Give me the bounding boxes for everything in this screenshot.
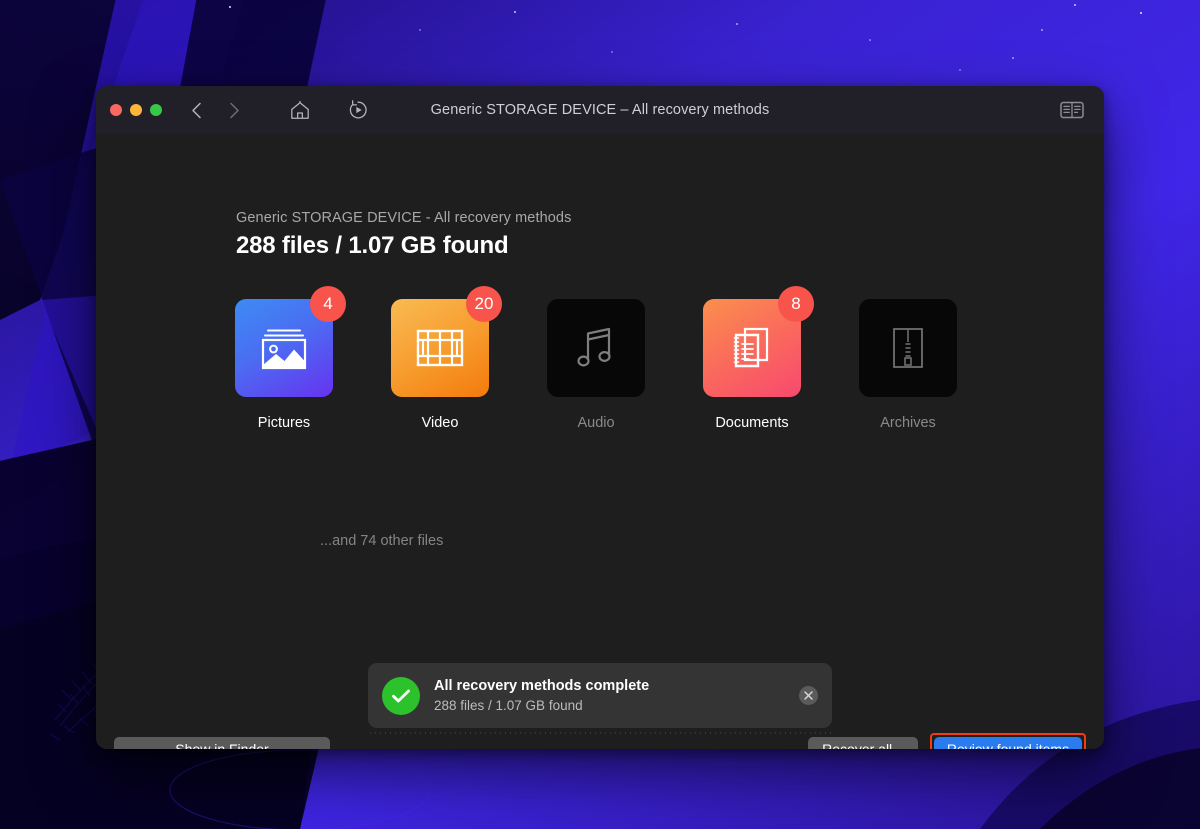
chevron-left-icon — [191, 102, 201, 118]
close-x-icon — [804, 691, 813, 700]
notification-text: All recovery methods complete 288 files … — [434, 678, 799, 713]
category-archives[interactable]: Archives — [859, 299, 957, 431]
category-video[interactable]: 20 Video — [391, 286, 502, 431]
audio-tile[interactable] — [547, 299, 645, 397]
music-note-icon — [577, 327, 611, 367]
recover-all-button[interactable]: Recover all... — [808, 737, 918, 749]
window-content: Generic STORAGE DEVICE - All recovery me… — [96, 134, 1104, 749]
zoom-window-button[interactable] — [150, 104, 162, 116]
history-play-icon — [349, 100, 367, 119]
category-audio[interactable]: Audio — [547, 299, 645, 431]
review-found-items-button[interactable]: Review found items — [934, 737, 1082, 749]
category-tile-wrap — [547, 299, 645, 397]
split-view-icon — [1060, 101, 1084, 119]
back-button[interactable] — [186, 99, 206, 121]
photo-icon — [261, 329, 307, 370]
window-title: Generic STORAGE DEVICE – All recovery me… — [430, 102, 770, 118]
minimize-window-button[interactable] — [130, 104, 142, 116]
app-window: Generic STORAGE DEVICE – All recovery me… — [96, 86, 1104, 749]
notification-subtitle: 288 files / 1.07 GB found — [434, 698, 583, 713]
forward-button[interactable] — [224, 99, 244, 121]
audio-label: Audio — [577, 415, 615, 431]
category-grid: 4 Pictures 20 Video Audio 8 Documents Ar… — [235, 286, 957, 431]
traffic-lights — [110, 104, 162, 116]
pictures-label: Pictures — [257, 415, 311, 431]
results-header: Generic STORAGE DEVICE - All recovery me… — [236, 210, 571, 260]
session-history-button[interactable] — [348, 99, 368, 121]
notification-banner: All recovery methods complete 288 files … — [368, 663, 832, 728]
show-in-finder-button[interactable]: Show in Finder — [114, 737, 330, 749]
notification-close-button[interactable] — [799, 686, 818, 705]
navigation-buttons — [186, 99, 244, 121]
notification-title: All recovery methods complete — [434, 678, 650, 694]
pictures-badge: 4 — [310, 286, 346, 322]
success-status-icon — [382, 676, 420, 715]
toolbar-actions — [290, 99, 368, 121]
category-tile-wrap — [859, 299, 957, 397]
category-tile-wrap: 8 — [703, 286, 814, 397]
category-documents[interactable]: 8 Documents — [703, 286, 814, 431]
filmstrip-icon — [416, 329, 464, 367]
archives-tile[interactable] — [859, 299, 957, 397]
category-pictures[interactable]: 4 Pictures — [235, 286, 346, 431]
documents-icon — [733, 327, 769, 368]
close-window-button[interactable] — [110, 104, 122, 116]
down-arrow-annotation — [1091, 709, 1104, 749]
other-files-text: ...and 74 other files — [320, 533, 444, 549]
desktop-wallpaper: Generic STORAGE DEVICE – All recovery me… — [0, 0, 1200, 829]
home-icon — [291, 100, 309, 119]
video-badge: 20 — [466, 286, 502, 322]
documents-label: Documents — [715, 415, 789, 431]
chevron-right-icon — [229, 102, 239, 118]
archives-label: Archives — [880, 415, 936, 431]
results-headline: 288 files / 1.07 GB found — [236, 232, 509, 259]
video-label: Video — [421, 415, 459, 431]
notification-separator — [368, 732, 832, 734]
checkmark-circle-icon — [392, 689, 410, 702]
documents-badge: 8 — [778, 286, 814, 322]
results-subtitle: Generic STORAGE DEVICE - All recovery me… — [236, 210, 572, 226]
archive-zip-icon — [893, 328, 923, 368]
split-view-toggle-button[interactable] — [1060, 100, 1084, 120]
category-tile-wrap: 20 — [391, 286, 502, 397]
window-titlebar: Generic STORAGE DEVICE – All recovery me… — [96, 86, 1104, 134]
category-tile-wrap: 4 — [235, 286, 346, 397]
home-button[interactable] — [290, 99, 310, 121]
